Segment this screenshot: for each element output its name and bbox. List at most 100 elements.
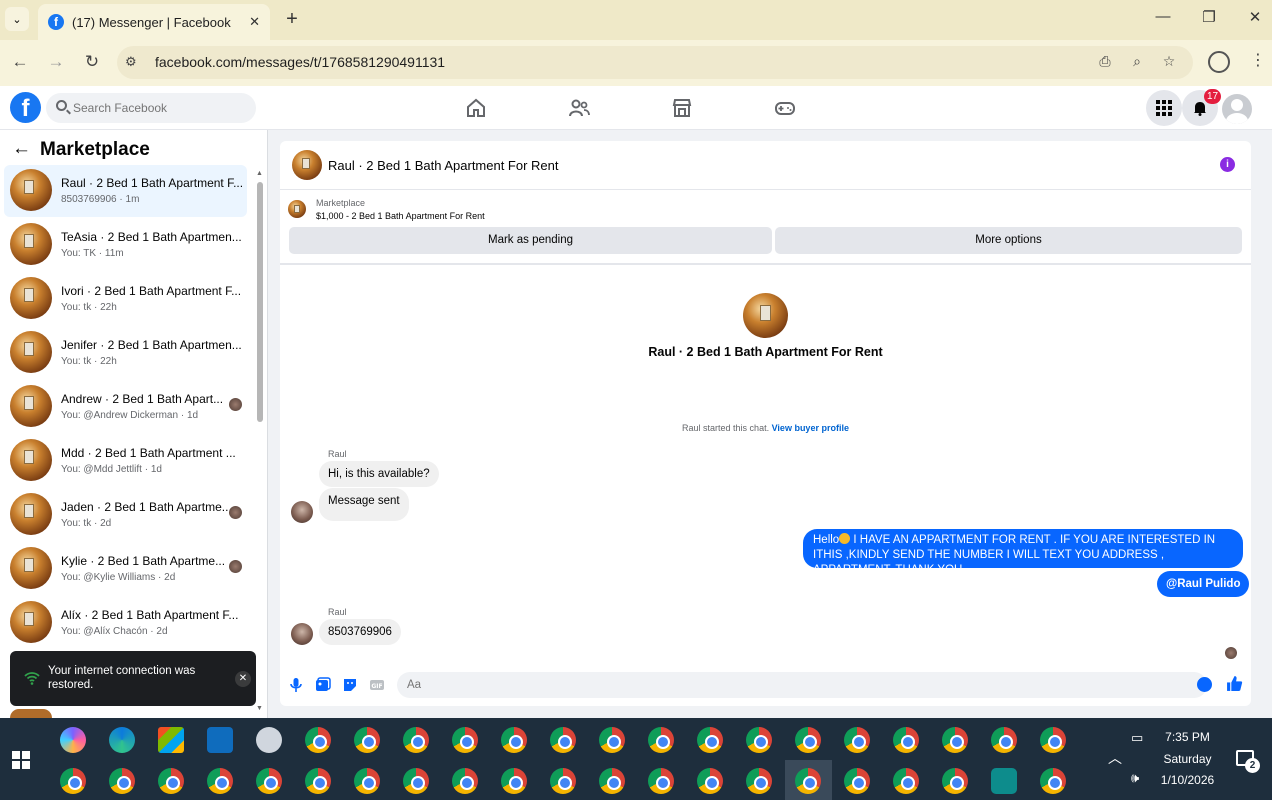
- chrome-icon[interactable]: [746, 727, 772, 753]
- chrome-icon[interactable]: [893, 727, 919, 753]
- chrome-icon[interactable]: [305, 727, 331, 753]
- friends-icon[interactable]: [567, 96, 591, 120]
- microphone-icon[interactable]: [288, 677, 304, 693]
- more-options-button[interactable]: More options: [775, 227, 1242, 254]
- chrome-icon[interactable]: [501, 768, 527, 794]
- mark-pending-button[interactable]: Mark as pending: [289, 227, 772, 254]
- account-avatar[interactable]: [1222, 94, 1252, 124]
- tab-search-button[interactable]: ⌄: [5, 7, 29, 31]
- restore-button[interactable]: ❐: [1194, 8, 1224, 26]
- bookmark-star-icon[interactable]: ☆: [1159, 53, 1179, 70]
- chrome-icon[interactable]: [991, 727, 1017, 753]
- chrome-icon[interactable]: [256, 768, 282, 794]
- photo-icon[interactable]: [315, 677, 331, 693]
- site-info-icon[interactable]: ⚙: [125, 54, 137, 70]
- chrome-icon[interactable]: [648, 768, 674, 794]
- chrome-icon[interactable]: [599, 727, 625, 753]
- chrome-icon[interactable]: [550, 727, 576, 753]
- network-icon[interactable]: ▭: [1131, 730, 1143, 746]
- gif-icon[interactable]: GIF: [369, 677, 385, 693]
- chrome-icon[interactable]: [501, 727, 527, 753]
- chrome-icon[interactable]: [1040, 727, 1066, 753]
- chrome-icon[interactable]: [354, 727, 380, 753]
- sticker-icon[interactable]: [342, 677, 358, 693]
- conversation-item[interactable]: Mdd · 2 Bed 1 Bath Apartment ... You: @M…: [4, 435, 247, 487]
- conversation-item[interactable]: Raul · 2 Bed 1 Bath Apartment F... 85037…: [4, 165, 247, 217]
- incoming-message[interactable]: Hi, is this available?: [319, 461, 439, 487]
- thumbs-up-icon[interactable]: [1226, 675, 1243, 692]
- close-window-button[interactable]: ✕: [1240, 8, 1270, 26]
- minimize-button[interactable]: —: [1148, 8, 1178, 25]
- conversation-item[interactable]: Ivori · 2 Bed 1 Bath Apartment F... You:…: [4, 273, 247, 325]
- chrome-icon[interactable]: [403, 768, 429, 794]
- gaming-icon[interactable]: [773, 96, 797, 120]
- forward-button[interactable]: →: [44, 50, 68, 74]
- chrome-icon[interactable]: [942, 768, 968, 794]
- conversation-item[interactable]: Kylie · 2 Bed 1 Bath Apartme... You: @Ky…: [4, 543, 247, 595]
- chrome-icon[interactable]: [1040, 768, 1066, 794]
- chat-listing-thumbnail[interactable]: [292, 150, 322, 180]
- emoji-icon[interactable]: [1197, 677, 1212, 692]
- chrome-icon[interactable]: [109, 768, 135, 794]
- tab-close-icon[interactable]: ✕: [249, 14, 260, 30]
- zoom-icon[interactable]: ⌕: [1127, 53, 1147, 70]
- view-buyer-profile-link[interactable]: View buyer profile: [772, 423, 849, 433]
- incoming-message[interactable]: 8503769906: [319, 619, 401, 645]
- edge-icon[interactable]: [109, 727, 135, 753]
- outgoing-message[interactable]: Hello I HAVE AN APPARTMENT FOR RENT . IF…: [803, 529, 1243, 576]
- chrome-icon[interactable]: [844, 768, 870, 794]
- listing-price[interactable]: $1,000 - 2 Bed 1 Bath Apartment For Rent: [316, 211, 485, 221]
- menu-grid-button[interactable]: [1146, 90, 1182, 126]
- back-arrow-icon[interactable]: ←: [12, 138, 31, 160]
- conversation-item[interactable]: Jaden · 2 Bed 1 Bath Apartme... You: tk …: [4, 489, 247, 541]
- chrome-icon[interactable]: [893, 768, 919, 794]
- chrome-icon[interactable]: [207, 768, 233, 794]
- chrome-icon[interactable]: [452, 727, 478, 753]
- chrome-icon[interactable]: [60, 768, 86, 794]
- windows-start-icon[interactable]: [12, 751, 30, 769]
- facebook-logo-icon[interactable]: f: [10, 92, 41, 123]
- chrome-icon[interactable]: [403, 727, 429, 753]
- browser-menu-icon[interactable]: ⋮: [1250, 50, 1266, 70]
- copilot-icon[interactable]: [60, 727, 86, 753]
- chrome-icon[interactable]: [697, 727, 723, 753]
- outgoing-mention-message[interactable]: @Raul Pulido: [1157, 571, 1250, 597]
- surfshark-icon[interactable]: [991, 768, 1017, 794]
- chrome-icon[interactable]: [697, 768, 723, 794]
- sender-avatar[interactable]: [291, 501, 313, 523]
- profile-icon[interactable]: [1208, 51, 1230, 73]
- facebook-search-input[interactable]: [46, 93, 256, 123]
- clock-date[interactable]: 1/10/2026: [1155, 773, 1220, 787]
- chrome-icon[interactable]: [354, 768, 380, 794]
- chrome-icon[interactable]: [305, 768, 331, 794]
- sidebar-scrollbar[interactable]: [257, 182, 263, 422]
- chrome-icon[interactable]: [550, 768, 576, 794]
- chrome-icon[interactable]: [452, 768, 478, 794]
- chrome-icon[interactable]: [795, 727, 821, 753]
- volume-icon[interactable]: 🕪: [1131, 770, 1139, 786]
- clock-time[interactable]: 7:35 PM: [1160, 730, 1215, 744]
- chrome-icon[interactable]: [158, 768, 184, 794]
- marketplace-icon[interactable]: [670, 96, 694, 120]
- back-button[interactable]: ←: [8, 50, 32, 74]
- toast-close-icon[interactable]: ✕: [235, 671, 251, 687]
- address-bar[interactable]: ⚙ facebook.com/messages/t/17685812904911…: [117, 46, 1193, 79]
- incoming-message[interactable]: Message sent: [319, 488, 409, 521]
- home-icon[interactable]: [464, 96, 488, 120]
- browser-tab-messenger[interactable]: f (17) Messenger | Facebook ✕: [38, 4, 270, 40]
- chrome-icon-active[interactable]: [795, 768, 821, 794]
- install-app-icon[interactable]: ⎙: [1095, 53, 1115, 70]
- outlook-icon[interactable]: [207, 727, 233, 753]
- conversation-item[interactable]: Alíx · 2 Bed 1 Bath Apartment F... You: …: [4, 597, 247, 649]
- scroll-down-arrow[interactable]: ▼: [256, 705, 263, 712]
- tray-overflow-icon[interactable]: ︿: [1108, 748, 1122, 768]
- reload-button[interactable]: ↻: [80, 50, 104, 74]
- message-input[interactable]: [397, 672, 1207, 698]
- conversation-item[interactable]: Jenifer · 2 Bed 1 Bath Apartmen... You: …: [4, 327, 247, 379]
- chrome-icon[interactable]: [648, 727, 674, 753]
- chrome-icon[interactable]: [746, 768, 772, 794]
- scroll-up-arrow[interactable]: ▲: [256, 170, 263, 177]
- chrome-icon[interactable]: [942, 727, 968, 753]
- clock-day[interactable]: Saturday: [1155, 752, 1220, 766]
- app-icon[interactable]: [256, 727, 282, 753]
